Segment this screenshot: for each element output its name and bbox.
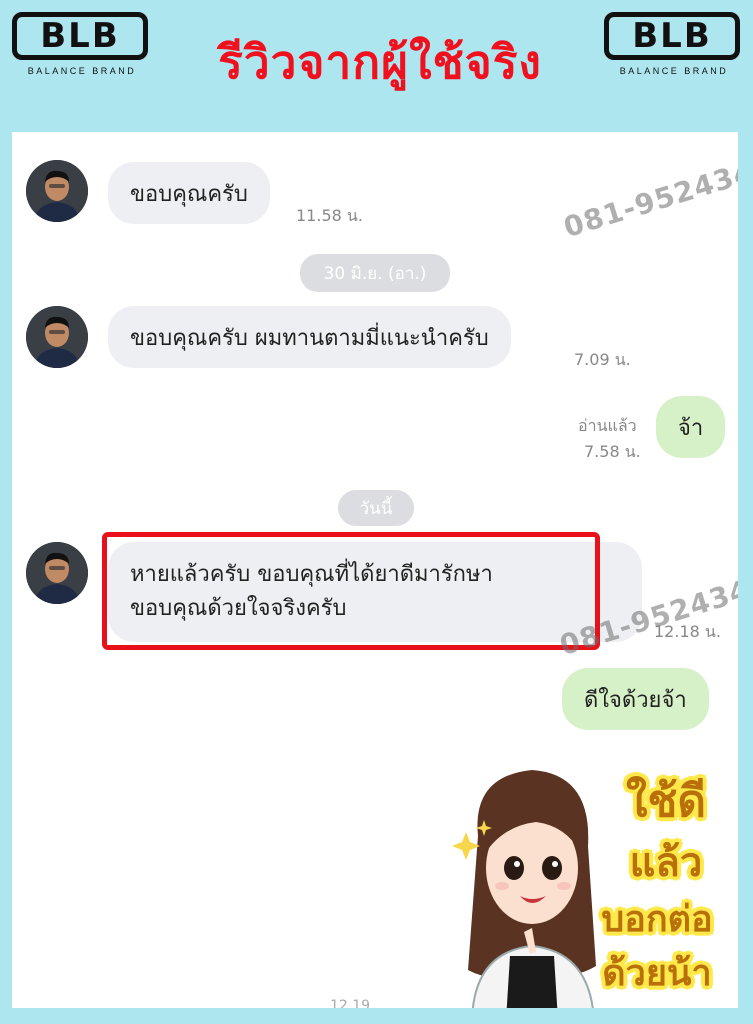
read-status: อ่านแล้ว <box>578 416 637 435</box>
message-bubble: ขอบคุณครับ <box>108 162 270 224</box>
sticker-text-line: บอกต่อ <box>601 899 713 940</box>
person-avatar-icon <box>26 542 88 604</box>
message-bubble-sent: ดีใจด้วยจ้า <box>562 668 709 730</box>
header: BLB BALANCE BRAND รีวิวจากผู้ใช้จริง BLB… <box>0 0 753 130</box>
message-time-partial: 12.19 <box>330 998 371 1008</box>
page-title: รีวิวจากผู้ใช้จริง <box>218 35 542 89</box>
customer-avatar[interactable] <box>26 306 88 368</box>
customer-avatar[interactable] <box>26 542 88 604</box>
message-bubble: ขอบคุณครับ ผมทานตามมี่แนะนำครับ <box>108 306 511 368</box>
brand-logo-mark: BLB <box>12 12 148 60</box>
date-separator: วันนี้ <box>338 490 414 526</box>
date-separator: 30 มิ.ย. (อา.) <box>300 254 450 292</box>
person-avatar-icon <box>26 160 88 222</box>
person-avatar-icon <box>26 306 88 368</box>
brand-logo-left: BLB BALANCE BRAND <box>12 12 152 82</box>
message-time: 11.58 น. <box>296 206 363 225</box>
brand-logo-subtitle: BALANCE BRAND <box>27 66 137 76</box>
brand-logo-right: BLB BALANCE BRAND <box>604 12 744 82</box>
phone-watermark: 081-9524348 <box>559 148 738 245</box>
message-time: 7.58 น. <box>584 442 641 461</box>
chat-screenshot: ขอบคุณครับ 11.58 น. 081-9524348 30 มิ.ย.… <box>12 132 738 1008</box>
sticker-text-line: แล้ว <box>629 840 703 886</box>
brand-logo-subtitle: BALANCE BRAND <box>619 66 729 76</box>
sticker: ใช้ดี แล้ว บอกต่อ ด้วยน้า <box>432 744 738 1008</box>
sticker-text-line: ด้วยน้า <box>602 953 712 994</box>
customer-avatar[interactable] <box>26 160 88 222</box>
highlight-frame <box>102 532 600 650</box>
brand-logo-mark: BLB <box>604 12 740 60</box>
message-time: 7.09 น. <box>574 350 631 369</box>
sticker-text-line: ใช้ดี <box>626 776 706 827</box>
message-bubble-sent: จ้า <box>656 396 726 458</box>
